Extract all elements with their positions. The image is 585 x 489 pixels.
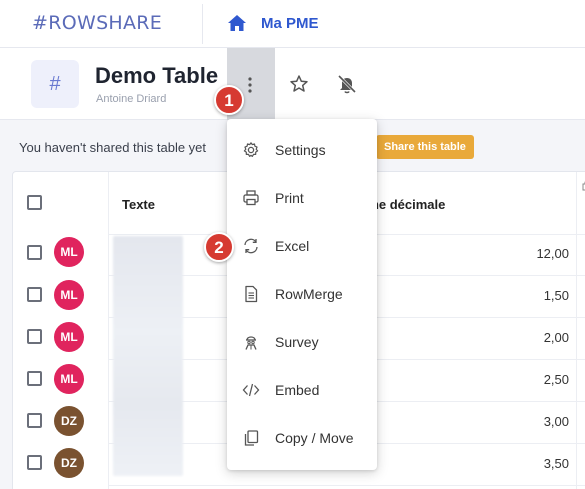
menu-label: Survey (275, 334, 319, 350)
row-checkbox[interactable] (27, 413, 42, 428)
decimal-cell[interactable]: 12,00 (489, 246, 569, 261)
share-message: You haven't shared this table yet (19, 140, 207, 155)
kebab-icon (248, 77, 252, 93)
menu-item-print[interactable]: Print (227, 175, 377, 223)
menu-item-copy-move[interactable]: Copy / Move (227, 415, 377, 463)
bell-off-icon[interactable] (336, 73, 358, 95)
menu-item-excel[interactable]: Excel (227, 223, 377, 271)
blurred-text-cells (113, 236, 183, 476)
menu-label: Settings (275, 142, 326, 158)
step-marker-1: 1 (214, 85, 244, 115)
select-all-checkbox[interactable] (27, 195, 42, 210)
printer-icon (243, 190, 259, 206)
code-icon (242, 383, 260, 397)
row-checkbox[interactable] (27, 245, 42, 260)
avatar: ML (54, 322, 84, 352)
lock-icon (582, 181, 585, 191)
avatar: ML (54, 237, 84, 267)
row-checkbox[interactable] (27, 455, 42, 470)
document-icon (245, 285, 258, 303)
menu-label: RowMerge (275, 286, 343, 302)
decimal-cell[interactable]: 3,00 (489, 414, 569, 429)
star-icon[interactable] (289, 74, 309, 94)
column-header-texte[interactable]: Texte (122, 197, 155, 212)
table-options-menu: Settings Print Excel RowMerge Survey Emb… (227, 119, 377, 470)
menu-label: Copy / Move (275, 430, 354, 446)
avatar: ML (54, 280, 84, 310)
gear-icon (243, 142, 259, 157)
survey-icon (245, 336, 257, 350)
home-icon[interactable] (227, 13, 247, 33)
page-title: Demo Table (95, 63, 219, 88)
table-header: # Demo Table Antoine Driard (0, 48, 585, 120)
menu-label: Print (275, 190, 304, 206)
decimal-cell[interactable]: 2,00 (489, 330, 569, 345)
avatar: ML (54, 364, 84, 394)
column-divider (576, 172, 577, 489)
menu-item-embed[interactable]: Embed (227, 367, 377, 415)
menu-label: Excel (275, 238, 310, 254)
column-divider (108, 172, 109, 489)
menu-label: Embed (275, 382, 320, 398)
app-logo[interactable]: #ROWSHARE (32, 12, 162, 34)
menu-item-settings[interactable]: Settings (227, 127, 377, 175)
row-checkbox[interactable] (27, 287, 42, 302)
row-divider (108, 485, 585, 486)
row-checkbox[interactable] (27, 371, 42, 386)
copy-icon (244, 430, 259, 446)
menu-item-rowmerge[interactable]: RowMerge (227, 271, 377, 319)
share-table-button[interactable]: Share this table (376, 135, 474, 159)
row-checkbox[interactable] (27, 329, 42, 344)
table-owner: Antoine Driard (96, 93, 167, 105)
avatar: DZ (54, 448, 84, 478)
top-bar: #ROWSHARE Ma PME (0, 0, 585, 48)
sync-icon (244, 238, 258, 254)
decimal-cell[interactable]: 2,50 (489, 372, 569, 387)
workspace-link[interactable]: Ma PME (261, 15, 319, 32)
divider (202, 4, 203, 44)
menu-item-survey[interactable]: Survey (227, 319, 377, 367)
avatar: DZ (54, 406, 84, 436)
decimal-cell[interactable]: 1,50 (489, 288, 569, 303)
step-marker-2: 2 (204, 232, 234, 262)
decimal-cell[interactable]: 3,50 (489, 456, 569, 471)
table-hash-icon: # (31, 60, 79, 108)
